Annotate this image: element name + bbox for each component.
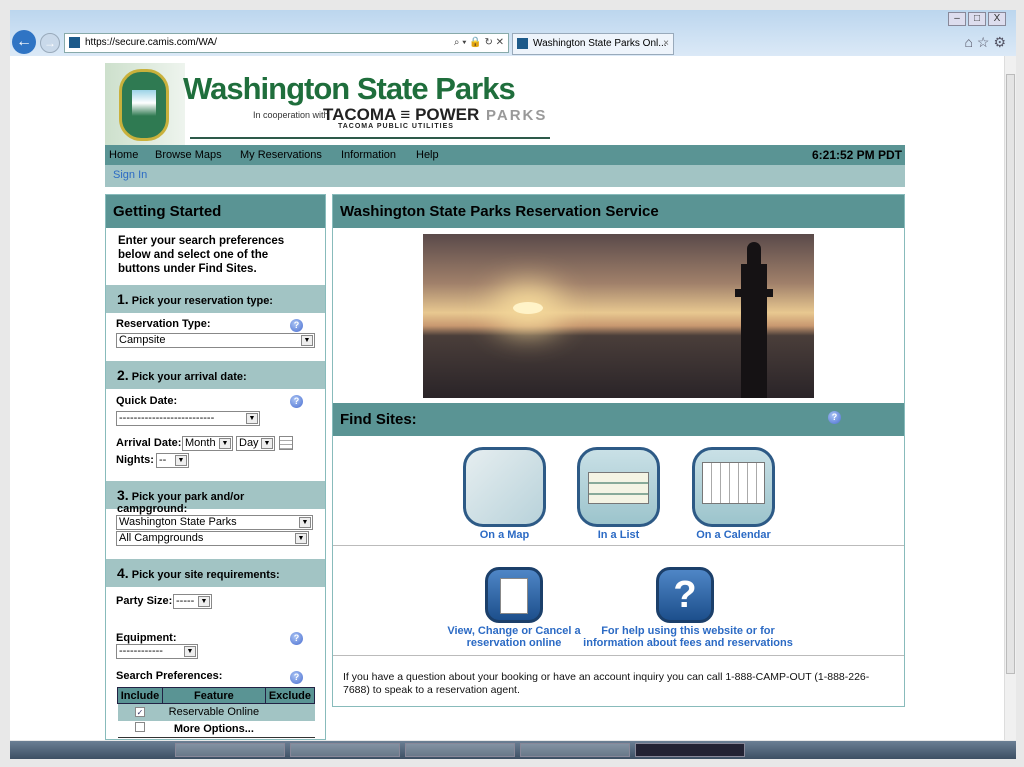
- help-question-icon[interactable]: ?: [656, 567, 714, 623]
- search-preferences-label: Search Preferences:: [116, 670, 223, 682]
- taskbar-item[interactable]: [175, 743, 285, 757]
- equipment-label: Equipment:: [116, 632, 177, 644]
- in-a-list-link[interactable]: In a List: [567, 529, 670, 541]
- close-button[interactable]: X: [988, 12, 1006, 26]
- include-checkbox[interactable]: [134, 722, 145, 733]
- nav-help[interactable]: Help: [416, 149, 439, 161]
- taskbar: [10, 741, 1016, 759]
- tacoma-power-logo: TACOMA ≡ POWER: [323, 105, 480, 124]
- panel-title: Getting Started: [106, 195, 325, 228]
- browser-tab[interactable]: Washington State Parks Onl... ×: [512, 33, 674, 55]
- taskbar-item[interactable]: [405, 743, 515, 757]
- day-select[interactable]: Day ▼: [236, 436, 275, 451]
- step-4-heading: 4. Pick your site requirements:: [106, 559, 325, 587]
- step-3-heading: 3. Pick your park and/or campground:: [106, 481, 325, 515]
- nav-home[interactable]: Home: [109, 149, 138, 161]
- tab-title: Washington State Parks Onl...: [533, 38, 667, 49]
- search-panel: Getting Started Enter your search prefer…: [105, 194, 326, 740]
- view-change-cancel-link[interactable]: View, Change or Cancel a reservation onl…: [443, 625, 585, 649]
- help-icon[interactable]: ?: [828, 411, 841, 424]
- main-panel: Washington State Parks Reservation Servi…: [332, 194, 905, 707]
- include-checkbox[interactable]: ✓: [134, 707, 145, 718]
- calendar-icon[interactable]: [279, 436, 293, 450]
- nav-my-reservations[interactable]: My Reservations: [240, 149, 322, 161]
- address-tools-icon[interactable]: ⌕ ▾ 🔒 ↻ ✕: [454, 34, 504, 52]
- campground-select[interactable]: All Campgrounds ▼: [116, 531, 309, 546]
- party-size-select[interactable]: ----- ▼: [173, 594, 212, 609]
- maximize-button[interactable]: □: [968, 12, 986, 26]
- back-button[interactable]: ←: [12, 30, 36, 54]
- phone-info-text: If you have a question about your bookin…: [343, 671, 870, 696]
- calendar-icon[interactable]: [692, 447, 775, 527]
- tab-close-icon[interactable]: ×: [663, 34, 669, 54]
- map-icon[interactable]: [463, 447, 546, 527]
- view-reservation-icon[interactable]: [485, 567, 543, 623]
- col-exclude: Exclude: [264, 687, 316, 704]
- sign-in-bar: Sign In: [105, 165, 905, 187]
- nav-browse-maps[interactable]: Browse Maps: [155, 149, 222, 161]
- nights-select[interactable]: -- ▼: [156, 453, 189, 468]
- favicon-icon: [69, 37, 80, 48]
- favicon-icon: [517, 38, 528, 49]
- intro-text: Enter your search preferences below and …: [118, 235, 285, 275]
- find-sites-heading: Find Sites:: [333, 403, 904, 436]
- taskbar-item[interactable]: [290, 743, 400, 757]
- on-a-calendar-link[interactable]: On a Calendar: [682, 529, 785, 541]
- forward-button[interactable]: →: [40, 33, 60, 53]
- vertical-scrollbar[interactable]: [1004, 56, 1016, 740]
- table-row: ✓ Reservable Online: [117, 703, 315, 721]
- clock: 6:21:52 PM PDT: [811, 148, 902, 162]
- more-options-link[interactable]: More Options...: [162, 721, 265, 738]
- col-feature: Feature: [161, 687, 266, 704]
- nav-information[interactable]: Information: [341, 149, 396, 161]
- reservation-type-label: Reservation Type:: [116, 318, 211, 330]
- step-2-heading: 2. Pick your arrival date:: [106, 361, 325, 389]
- url-text: https://secure.camis.com/WA/: [85, 37, 217, 48]
- help-icon[interactable]: ?: [290, 632, 303, 645]
- home-favorites-settings-icon[interactable]: ⌂☆⚙: [964, 34, 1010, 51]
- tpu-text: TACOMA PUBLIC UTILITIES: [338, 123, 454, 130]
- taskbar-item-active[interactable]: [635, 743, 745, 757]
- preferences-table: Include Feature Exclude ✓ Reservable Online…: [117, 687, 316, 738]
- site-title: Washington State Parks: [183, 71, 516, 106]
- address-bar[interactable]: https://secure.camis.com/WA/ ⌕ ▾ 🔒 ↻ ✕: [64, 33, 509, 53]
- help-icon[interactable]: ?: [290, 395, 303, 408]
- reservation-type-select[interactable]: Campsite ▼: [116, 333, 315, 348]
- taskbar-item[interactable]: [520, 743, 630, 757]
- quick-date-select[interactable]: -------------------------- ▼: [116, 411, 260, 426]
- help-link[interactable]: For help using this website or for infor…: [583, 625, 793, 649]
- divider: [190, 137, 550, 139]
- step-1-heading: 1. Pick your reservation type:: [106, 285, 325, 313]
- parks-text: PARKS: [486, 107, 548, 124]
- equipment-select[interactable]: ------------ ▼: [116, 644, 198, 659]
- list-icon[interactable]: [577, 447, 660, 527]
- lighthouse-sunset-photo: [423, 234, 814, 398]
- minimize-button[interactable]: –: [948, 12, 966, 26]
- on-a-map-link[interactable]: On a Map: [453, 529, 556, 541]
- quick-date-label: Quick Date:: [116, 395, 178, 407]
- nights-label: Nights:: [116, 454, 154, 466]
- party-size-label: Party Size:: [116, 595, 173, 607]
- chevron-down-icon: ▼: [301, 335, 313, 346]
- col-include: Include: [117, 687, 163, 704]
- help-icon[interactable]: ?: [290, 671, 303, 684]
- browser-chrome: ← → https://secure.camis.com/WA/ ⌕ ▾ 🔒 ↻ …: [10, 10, 1016, 56]
- parks-logo[interactable]: [105, 63, 185, 145]
- main-nav: Home Browse Maps My Reservations Informa…: [105, 145, 905, 165]
- park-select[interactable]: Washington State Parks ▼: [116, 515, 313, 530]
- coop-text: In cooperation with: [253, 110, 329, 120]
- help-icon[interactable]: ?: [290, 319, 303, 332]
- arrival-date-label: Arrival Date:: [116, 437, 182, 449]
- table-row: More Options...: [117, 721, 315, 738]
- site-header: Washington State Parks In cooperation wi…: [105, 63, 905, 145]
- sign-in-link[interactable]: Sign In: [113, 169, 147, 181]
- month-select[interactable]: Month ▼: [182, 436, 233, 451]
- main-title: Washington State Parks Reservation Servi…: [333, 195, 904, 228]
